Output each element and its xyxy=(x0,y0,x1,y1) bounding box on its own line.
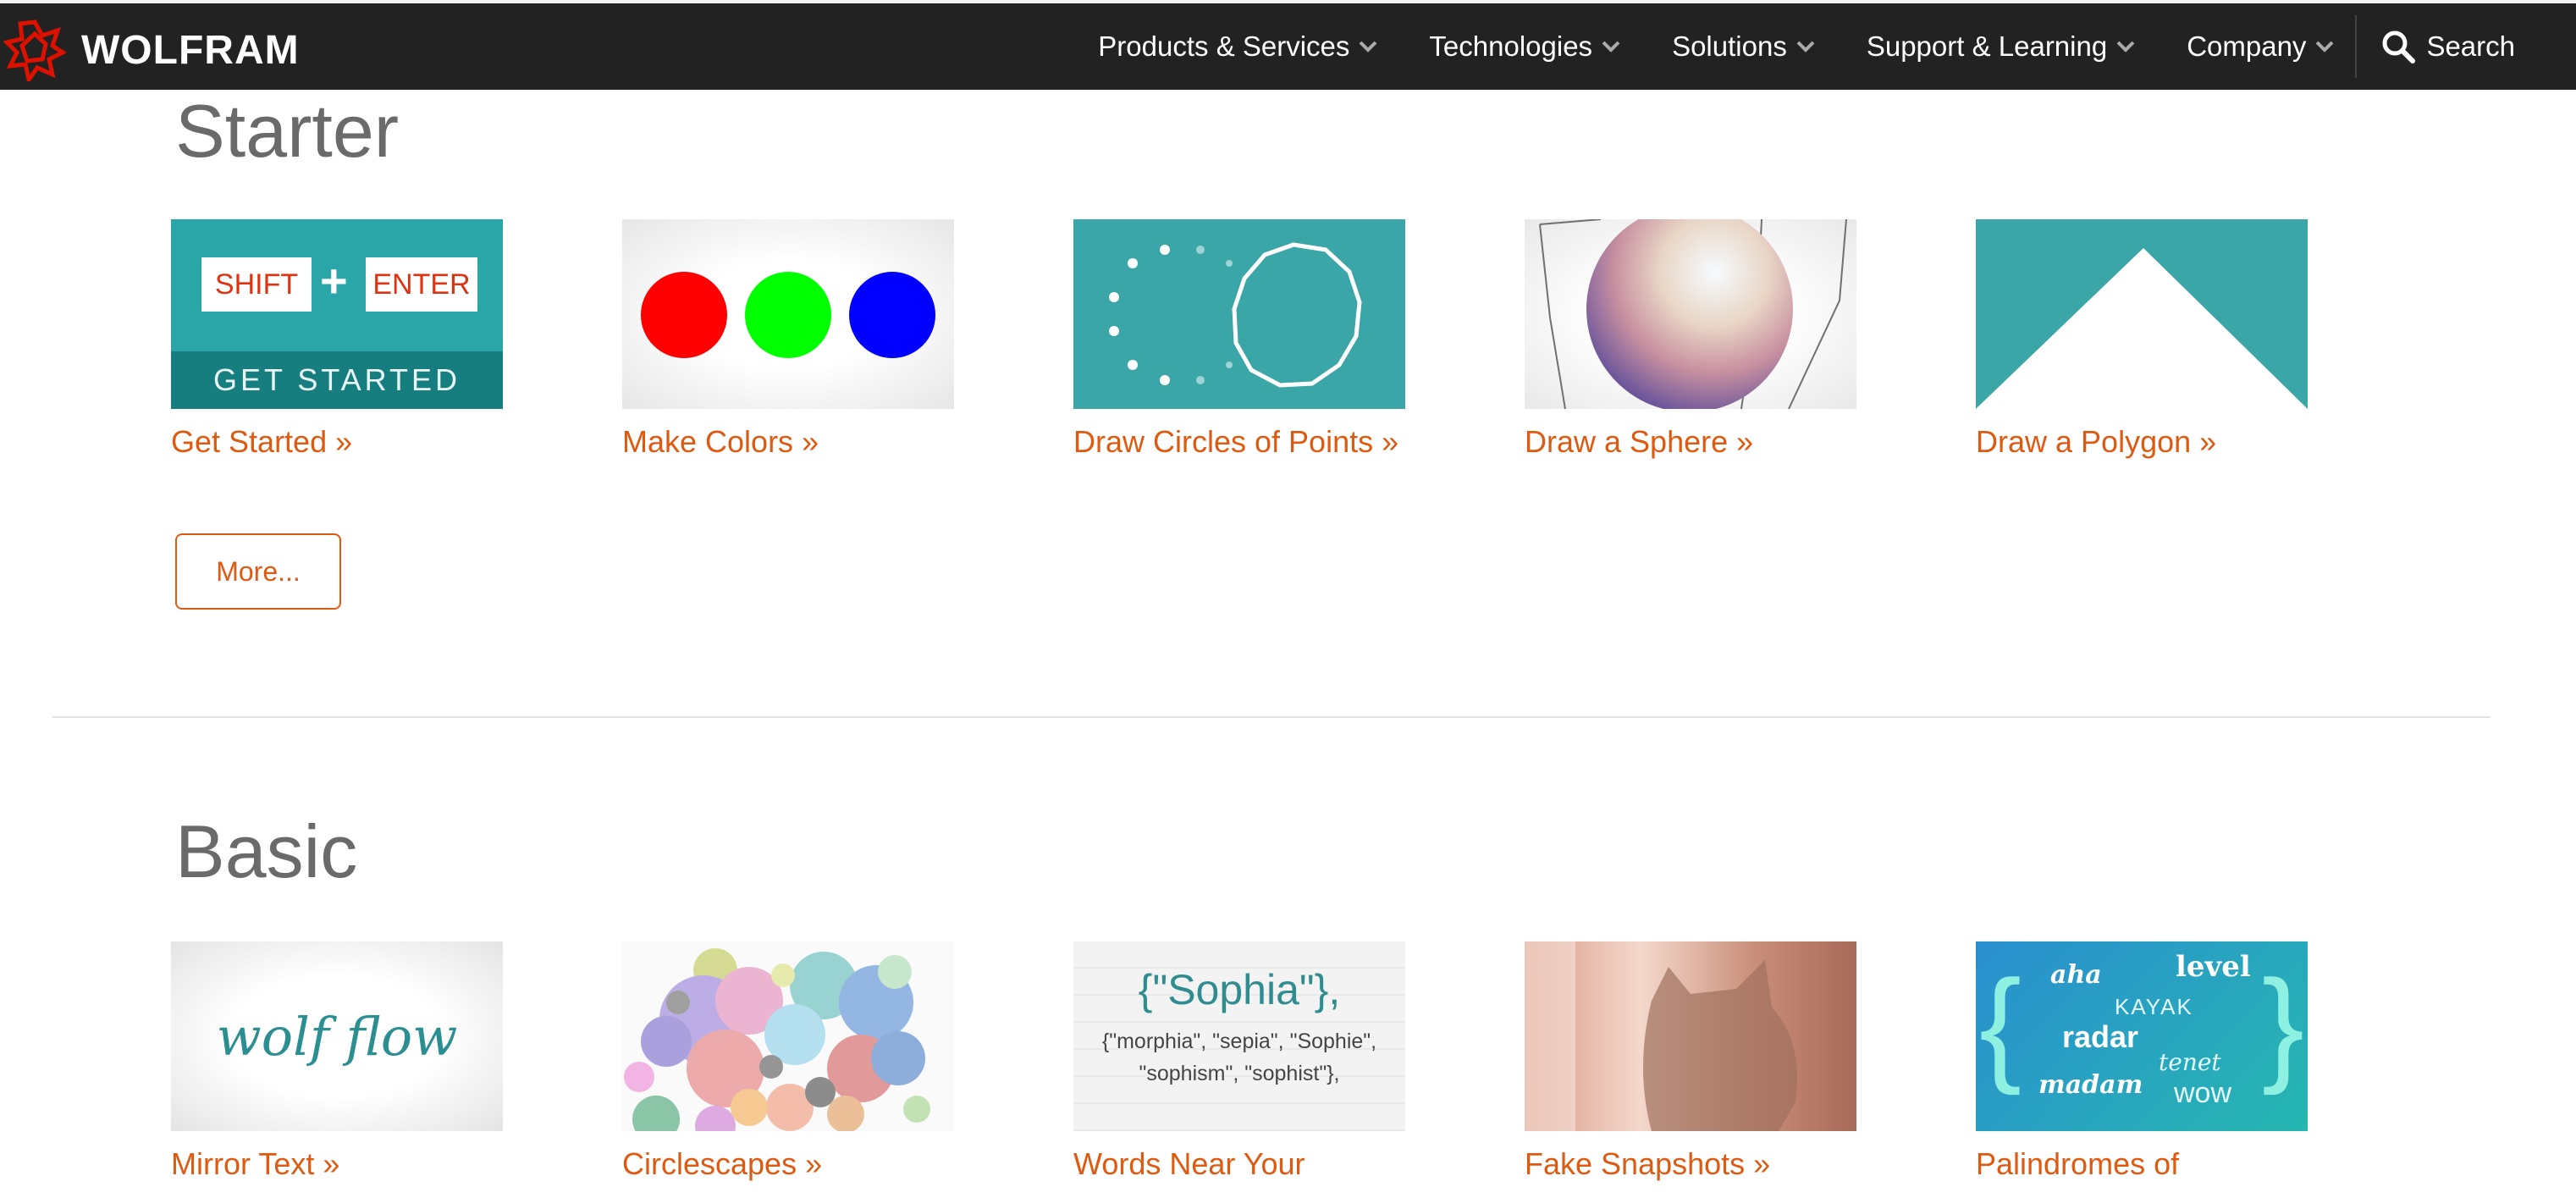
enter-key: ENTER xyxy=(366,257,477,312)
nav-divider xyxy=(2355,15,2358,78)
mirror-text-sample: wolf flow xyxy=(216,1005,458,1068)
word-kayak: KAYAK xyxy=(2115,994,2193,1019)
card-draw-a-sphere: Draw a Sphere » xyxy=(1525,219,1856,460)
shift-key-label: SHIFT xyxy=(214,268,299,301)
left-brace: { xyxy=(1979,953,2022,1096)
get-started-caption-band: GET STARTED xyxy=(171,351,503,409)
wolfram-spikey-icon xyxy=(3,19,66,81)
colored-disks-illustration xyxy=(641,272,935,358)
card-draw-a-polygon: Draw a Polygon » xyxy=(1976,219,2308,460)
nav-products-services[interactable]: Products & Services xyxy=(1098,30,1378,63)
link-make-colors[interactable]: Make Colors » xyxy=(622,424,954,460)
nav-support-learning[interactable]: Support & Learning xyxy=(1867,30,2136,63)
card-mirror-text: wolf flow Mirror Text » xyxy=(171,941,503,1182)
nav-label: Support & Learning xyxy=(1866,30,2108,62)
card-circlescapes: Circlescapes » xyxy=(622,941,954,1182)
thumbnail-mirror-text[interactable]: wolf flow xyxy=(171,941,503,1131)
link-draw-circles-of-points[interactable]: Draw Circles of Points » xyxy=(1073,424,1405,460)
thumbnail-palindromes[interactable]: { } aha level KAYAK radar tenet madam wo… xyxy=(1976,941,2308,1131)
nav-label: Technologies xyxy=(1429,30,1593,62)
link-palindromes[interactable]: Palindromes of xyxy=(1976,1146,2308,1182)
thumbnail-fake-snapshots[interactable] xyxy=(1525,941,1856,1131)
nav-solutions[interactable]: Solutions xyxy=(1672,30,1816,63)
plus-sign: + xyxy=(320,254,348,307)
card-draw-circles-of-points: Draw Circles of Points » xyxy=(1073,219,1405,460)
word-madam: madam xyxy=(2038,1070,2143,1100)
get-started-caption: GET STARTED xyxy=(212,362,461,397)
chevron-down-icon xyxy=(1360,41,1377,52)
link-draw-a-sphere[interactable]: Draw a Sphere » xyxy=(1525,424,1856,460)
word-wow: wow xyxy=(2174,1077,2232,1109)
thumbnail-draw-a-polygon[interactable] xyxy=(1976,219,2308,409)
link-fake-snapshots[interactable]: Fake Snapshots » xyxy=(1525,1146,1856,1182)
card-words-near-your: {"Sophia"}, {"morphia", "sepia", "Sophie… xyxy=(1073,941,1405,1182)
thumbnail-words-near-your[interactable]: {"Sophia"}, {"morphia", "sepia", "Sophie… xyxy=(1073,941,1405,1131)
nav-label: Company xyxy=(2187,30,2307,62)
thumbnail-get-started[interactable]: SHIFT + ENTER GET STARTED xyxy=(171,219,503,409)
thumbnail-draw-a-sphere[interactable] xyxy=(1525,219,1856,409)
card-palindromes: { } aha level KAYAK radar tenet madam wo… xyxy=(1976,941,2308,1182)
enter-key-label: ENTER xyxy=(372,268,471,301)
nav-label: Products & Services xyxy=(1098,30,1350,62)
link-draw-a-polygon[interactable]: Draw a Polygon » xyxy=(1976,424,2308,460)
thumbnail-make-colors[interactable] xyxy=(622,219,954,409)
link-circlescapes[interactable]: Circlescapes » xyxy=(622,1146,954,1182)
sphere-illustration xyxy=(1539,219,1847,409)
nav-technologies[interactable]: Technologies xyxy=(1429,30,1621,63)
word-level: level xyxy=(2176,950,2251,984)
link-mirror-text[interactable]: Mirror Text » xyxy=(171,1146,503,1182)
nav-company[interactable]: Company xyxy=(2187,30,2335,63)
nav-label: Solutions xyxy=(1672,30,1787,62)
circle-points-illustration xyxy=(1109,242,1362,388)
more-button[interactable]: More... xyxy=(175,533,341,610)
card-fake-snapshots: Fake Snapshots » xyxy=(1525,941,1856,1182)
link-words-near-your[interactable]: Words Near Your xyxy=(1073,1146,1405,1182)
search-button[interactable]: Search xyxy=(2380,29,2515,64)
section-title-starter: Starter xyxy=(175,89,400,173)
search-icon xyxy=(2382,30,2416,63)
thumbnail-circlescapes[interactable] xyxy=(622,941,954,1131)
card-get-started: SHIFT + ENTER GET STARTED Get Started » xyxy=(171,219,503,460)
chevron-down-icon xyxy=(1796,41,1815,52)
section-title-basic: Basic xyxy=(175,809,358,893)
sophia-word-line: {"Sophia"}, xyxy=(1138,966,1341,1013)
shift-key: SHIFT xyxy=(201,257,312,312)
word-aha: aha xyxy=(2050,960,2102,990)
chevron-down-icon xyxy=(1602,41,1620,52)
chevron-down-icon xyxy=(2116,41,2135,52)
circlescapes-illustration xyxy=(624,948,930,1131)
thumbnail-draw-circles-of-points[interactable] xyxy=(1073,219,1405,409)
chevron-down-icon xyxy=(2316,41,2334,52)
cat-photo-illustration xyxy=(1525,941,1798,1131)
right-brace: } xyxy=(2261,953,2304,1096)
wolfram-logo[interactable]: WOLFRAM xyxy=(3,19,300,81)
wolfram-wordmark: WOLFRAM xyxy=(81,27,300,73)
polygon-illustration xyxy=(1976,248,2308,409)
top-nav-bar: WOLFRAM Products & Services Technologies… xyxy=(0,0,2576,90)
word-radar: radar xyxy=(2062,1019,2139,1054)
card-make-colors: Make Colors » xyxy=(622,219,954,460)
sophia-neighbors-line-2: "sophism", "sophist"}, xyxy=(1139,1062,1340,1085)
sophia-neighbors-line-1: {"morphia", "sepia", "Sophie", xyxy=(1101,1030,1377,1053)
link-get-started[interactable]: Get Started » xyxy=(171,424,503,460)
main-nav: Products & Services Technologies Solutio… xyxy=(1098,3,2576,90)
word-tenet: tenet xyxy=(2159,1048,2221,1076)
search-label: Search xyxy=(2426,30,2515,62)
section-divider xyxy=(52,716,2491,718)
